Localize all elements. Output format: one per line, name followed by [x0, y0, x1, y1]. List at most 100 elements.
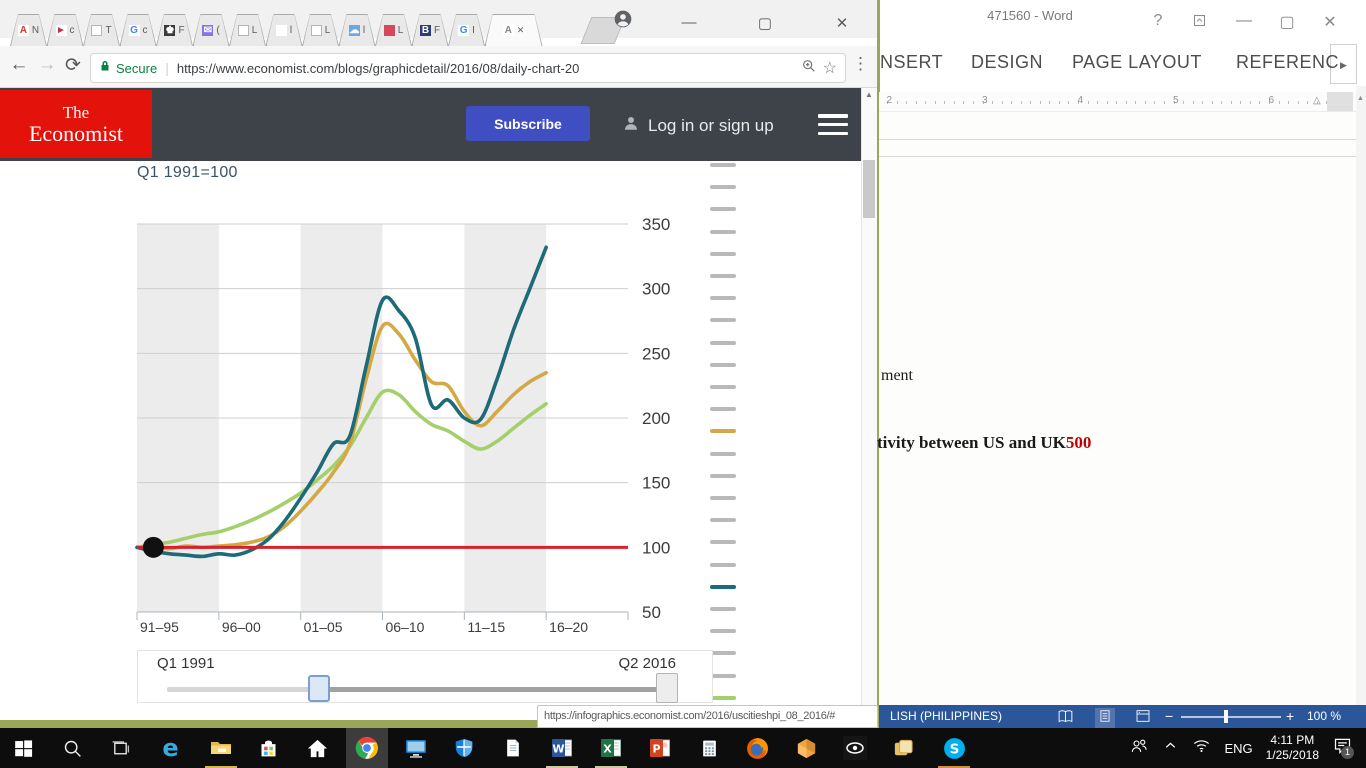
legend-dash[interactable]: [710, 230, 736, 234]
legend-dash[interactable]: [710, 429, 736, 433]
ribbon-tab-page-layout[interactable]: PAGE LAYOUT: [1072, 52, 1202, 73]
help-icon[interactable]: ?: [1146, 12, 1170, 30]
legend-dash[interactable]: [710, 474, 736, 478]
economist-logo[interactable]: The Economist: [0, 90, 152, 158]
legend-dash[interactable]: [710, 341, 736, 345]
chrome-icon[interactable]: [346, 728, 388, 768]
edge-icon[interactable]: e: [149, 728, 191, 768]
scroll-up-icon[interactable]: ▲: [865, 90, 873, 99]
search-icon[interactable]: [51, 728, 93, 768]
people-icon[interactable]: [1129, 736, 1149, 761]
print-layout-icon[interactable]: [1095, 708, 1115, 729]
url-text[interactable]: https://www.economist.com/blogs/graphicd…: [177, 61, 795, 76]
browser-tab[interactable]: AN: [10, 14, 47, 46]
ribbon-display-icon[interactable]: [1192, 13, 1207, 33]
language-indicator[interactable]: ENG: [1224, 741, 1252, 756]
read-mode-icon[interactable]: [1057, 708, 1074, 730]
clock[interactable]: 4:11 PM 1/25/2018: [1266, 733, 1319, 763]
legend-dash[interactable]: [710, 651, 736, 655]
zoom-slider-thumb[interactable]: [1224, 710, 1228, 723]
active-browser-tab[interactable]: A✕: [485, 14, 543, 46]
web-layout-icon[interactable]: [1135, 708, 1151, 729]
word-close-button[interactable]: ✕: [1318, 12, 1342, 32]
word-restore-button[interactable]: ▢: [1275, 12, 1299, 32]
word-document[interactable]: ment tivity between US and UK500: [879, 112, 1356, 705]
legend-dash[interactable]: [710, 274, 736, 278]
squares-icon[interactable]: [882, 728, 924, 768]
browser-tab[interactable]: Gc: [120, 14, 157, 46]
language-status[interactable]: LISH (PHILIPPINES): [890, 709, 1002, 723]
minimize-button[interactable]: —: [676, 14, 702, 31]
bookmark-star-icon[interactable]: ☆: [823, 58, 837, 78]
defender-icon[interactable]: [443, 728, 485, 768]
firefox-icon[interactable]: [736, 728, 778, 768]
zoom-percent-label[interactable]: 100 %: [1307, 709, 1341, 723]
legend-dash[interactable]: [710, 607, 736, 611]
browser-tab[interactable]: l: [266, 14, 303, 46]
subscribe-button[interactable]: Subscribe: [466, 106, 590, 141]
slider-track-selected[interactable]: [318, 687, 678, 692]
zoom-out-button[interactable]: −: [1165, 708, 1173, 724]
legend-dash[interactable]: [710, 296, 736, 300]
legend-dash[interactable]: [710, 452, 736, 456]
hamburger-menu-icon[interactable]: [818, 112, 848, 137]
store-icon[interactable]: [247, 728, 289, 768]
browser-tab[interactable]: ☁l: [339, 14, 376, 46]
legend-dash[interactable]: [710, 207, 736, 211]
legend-dash[interactable]: [710, 674, 736, 678]
slider-handle-end[interactable]: [656, 673, 678, 703]
profile-icon[interactable]: [613, 9, 633, 34]
scrollbar-thumb[interactable]: [863, 160, 875, 218]
ribbon-tab-referenc[interactable]: REFERENC: [1236, 52, 1339, 73]
browser-tab[interactable]: L: [302, 14, 339, 46]
legend-dash[interactable]: [710, 163, 736, 167]
legend-dash[interactable]: [710, 563, 736, 567]
ruler[interactable]: 23456: [879, 92, 1356, 112]
ruler-indent-marker[interactable]: △: [1313, 95, 1321, 106]
notepad-icon[interactable]: [492, 728, 534, 768]
word-icon[interactable]: W: [541, 728, 583, 768]
excel-icon[interactable]: X: [590, 728, 632, 768]
skype-icon[interactable]: S: [933, 728, 975, 768]
slider-handle-start[interactable]: [308, 675, 330, 702]
legend-dash[interactable]: [710, 363, 736, 367]
maximize-button[interactable]: ▢: [752, 14, 778, 32]
word-minimize-button[interactable]: —: [1232, 12, 1256, 30]
action-center-icon[interactable]: 1: [1332, 735, 1358, 761]
legend-dash[interactable]: [710, 252, 736, 256]
legend-dash[interactable]: [710, 585, 736, 589]
back-button[interactable]: ←: [6, 54, 32, 76]
browser-tab[interactable]: ►c: [47, 14, 84, 46]
home-icon[interactable]: [296, 728, 338, 768]
task-view-icon[interactable]: [99, 728, 141, 768]
legend-dash[interactable]: [710, 318, 736, 322]
monitor-icon[interactable]: [395, 728, 437, 768]
browser-tab[interactable]: L: [229, 14, 266, 46]
zoom-slider-track[interactable]: [1181, 716, 1281, 718]
ribbon-tab-nsert[interactable]: NSERT: [880, 52, 943, 73]
legend-dash[interactable]: [710, 629, 736, 633]
ribbon-tab-design[interactable]: DESIGN: [971, 52, 1043, 73]
legend-dash[interactable]: [710, 518, 736, 522]
legend-dash[interactable]: [710, 696, 736, 700]
browser-tab[interactable]: BF: [412, 14, 449, 46]
powerpoint-icon[interactable]: P: [639, 728, 681, 768]
eye-icon[interactable]: [834, 728, 876, 768]
legend-dash[interactable]: [710, 496, 736, 500]
tab-close-icon[interactable]: ✕: [517, 25, 525, 36]
word-scrollbar[interactable]: [1356, 86, 1366, 705]
legend-dash[interactable]: [710, 540, 736, 544]
address-bar[interactable]: Secure | https://www.economist.com/blogs…: [90, 53, 846, 83]
forward-button[interactable]: →: [34, 54, 60, 76]
reload-button[interactable]: ⟳: [60, 54, 86, 77]
browser-tab[interactable]: T: [83, 14, 120, 46]
house-price-chart[interactable]: 91–9596–0001–0506–1011–1516–203503002502…: [137, 224, 682, 649]
zoom-in-button[interactable]: +: [1286, 708, 1294, 724]
wifi-icon[interactable]: [1192, 736, 1211, 760]
start-button[interactable]: [2, 728, 44, 768]
calculator-icon[interactable]: [688, 728, 730, 768]
close-button[interactable]: ✕: [829, 14, 855, 32]
browser-menu-icon[interactable]: ⋮: [852, 54, 869, 74]
legend-dash[interactable]: [710, 407, 736, 411]
cube-icon[interactable]: [785, 728, 827, 768]
